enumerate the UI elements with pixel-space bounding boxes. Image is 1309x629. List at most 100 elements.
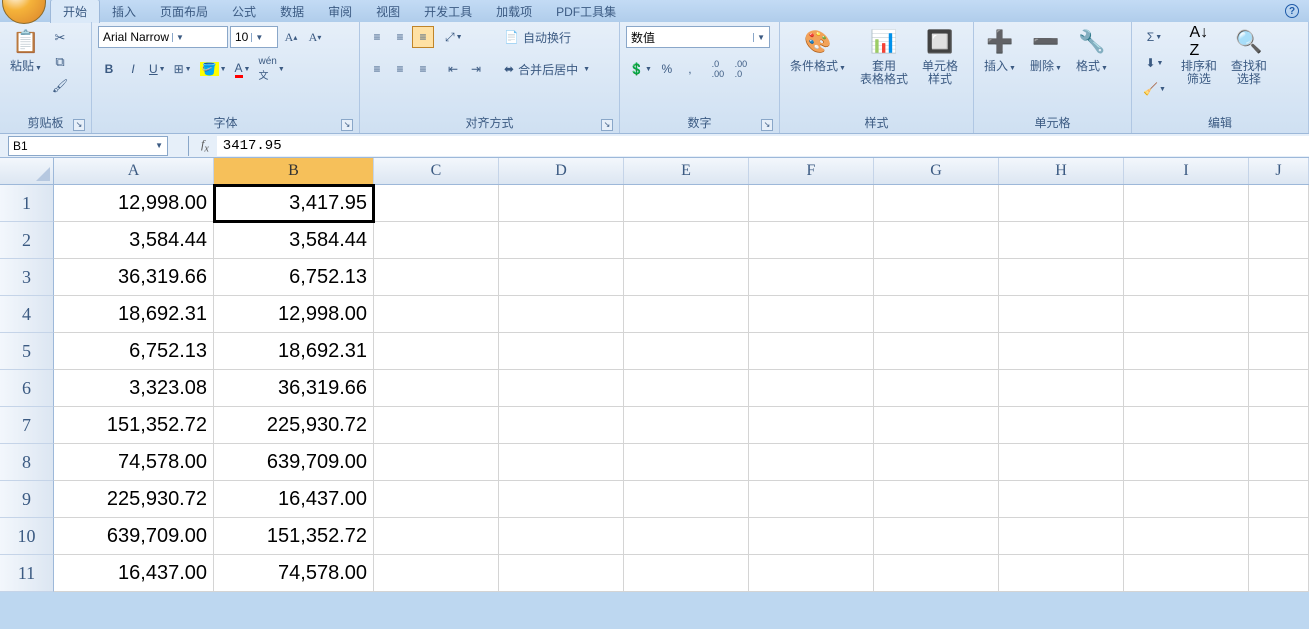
cell-C11[interactable] [374,555,499,592]
cell-A4[interactable]: 18,692.31 [54,296,214,333]
cell-D5[interactable] [499,333,624,370]
cell-B2[interactable]: 3,584.44 [214,222,374,259]
row-header-11[interactable]: 11 [0,555,54,592]
cell-G1[interactable] [874,185,999,222]
align-top-button[interactable]: ≡ [366,26,388,48]
decrease-font-button[interactable]: A▾ [304,26,326,48]
cell-G7[interactable] [874,407,999,444]
cell-D1[interactable] [499,185,624,222]
cell-D11[interactable] [499,555,624,592]
align-center-button[interactable]: ≡ [389,58,411,80]
row-header-3[interactable]: 3 [0,259,54,296]
cell-A11[interactable]: 16,437.00 [54,555,214,592]
cell-E11[interactable] [624,555,749,592]
cell-A8[interactable]: 74,578.00 [54,444,214,481]
orientation-button[interactable]: ⤢▼ [442,26,466,48]
underline-button[interactable]: U▼ [146,58,169,80]
cell-B6[interactable]: 36,319.66 [214,370,374,407]
cell-J7[interactable] [1249,407,1309,444]
cell-E1[interactable] [624,185,749,222]
clipboard-launcher[interactable]: ↘ [73,119,85,131]
align-middle-button[interactable]: ≡ [389,26,411,48]
cell-B5[interactable]: 18,692.31 [214,333,374,370]
cell-A2[interactable]: 3,584.44 [54,222,214,259]
increase-indent-button[interactable]: ⇥ [465,58,487,80]
cell-H11[interactable] [999,555,1124,592]
find-select-button[interactable]: 🔍 查找和 选择 [1225,24,1273,88]
font-size-combo[interactable]: 10▼ [230,26,278,48]
help-icon[interactable]: ? [1285,4,1299,18]
tab-layout[interactable]: 页面布局 [148,0,220,23]
cell-B3[interactable]: 6,752.13 [214,259,374,296]
cell-G8[interactable] [874,444,999,481]
column-header-J[interactable]: J [1249,158,1309,184]
cell-D6[interactable] [499,370,624,407]
cell-C2[interactable] [374,222,499,259]
row-header-5[interactable]: 5 [0,333,54,370]
cell-J9[interactable] [1249,481,1309,518]
italic-button[interactable]: I [122,58,144,80]
cell-B4[interactable]: 12,998.00 [214,296,374,333]
insert-cells-button[interactable]: ➕ 插入▼ [978,24,1022,77]
number-format-combo[interactable]: 数值▼ [626,26,770,48]
tab-view[interactable]: 视图 [364,0,412,23]
cell-G4[interactable] [874,296,999,333]
table-format-button[interactable]: 📊 套用 表格格式 [854,24,914,88]
bold-button[interactable]: B [98,58,120,80]
cell-G11[interactable] [874,555,999,592]
tab-addins[interactable]: 加载项 [484,0,544,23]
cell-F4[interactable] [749,296,874,333]
sort-filter-button[interactable]: A↓Z 排序和 筛选 [1175,24,1223,88]
cell-C4[interactable] [374,296,499,333]
decrease-indent-button[interactable]: ⇤ [442,58,464,80]
cell-J11[interactable] [1249,555,1309,592]
cell-H4[interactable] [999,296,1124,333]
row-header-9[interactable]: 9 [0,481,54,518]
cut-button[interactable]: ✂ [50,28,70,48]
cell-F2[interactable] [749,222,874,259]
cell-I10[interactable] [1124,518,1249,555]
cell-I8[interactable] [1124,444,1249,481]
cell-G2[interactable] [874,222,999,259]
cell-C9[interactable] [374,481,499,518]
column-header-I[interactable]: I [1124,158,1249,184]
fill-color-button[interactable]: 🪣▼ [197,58,230,80]
cell-H6[interactable] [999,370,1124,407]
cell-C3[interactable] [374,259,499,296]
cell-J10[interactable] [1249,518,1309,555]
comma-button[interactable]: , [679,58,701,80]
cell-I7[interactable] [1124,407,1249,444]
delete-cells-button[interactable]: ➖ 删除▼ [1024,24,1068,77]
cell-B10[interactable]: 151,352.72 [214,518,374,555]
row-header-6[interactable]: 6 [0,370,54,407]
cell-H1[interactable] [999,185,1124,222]
fill-button[interactable]: ⬇▼ [1140,52,1169,74]
font-launcher[interactable]: ↘ [341,119,353,131]
increase-font-button[interactable]: A▴ [280,26,302,48]
tab-pdf[interactable]: PDF工具集 [544,0,628,23]
row-header-8[interactable]: 8 [0,444,54,481]
column-header-D[interactable]: D [499,158,624,184]
cell-B9[interactable]: 16,437.00 [214,481,374,518]
cell-J1[interactable] [1249,185,1309,222]
conditional-format-button[interactable]: 🎨 条件格式▼ [784,24,852,77]
row-header-7[interactable]: 7 [0,407,54,444]
cell-C1[interactable] [374,185,499,222]
cell-D3[interactable] [499,259,624,296]
cell-D9[interactable] [499,481,624,518]
cell-H2[interactable] [999,222,1124,259]
formula-input[interactable]: 3417.95 [217,136,1309,156]
tab-dev[interactable]: 开发工具 [412,0,484,23]
number-launcher[interactable]: ↘ [761,119,773,131]
column-header-B[interactable]: B [214,158,374,184]
cell-A10[interactable]: 639,709.00 [54,518,214,555]
cell-B7[interactable]: 225,930.72 [214,407,374,444]
cell-C10[interactable] [374,518,499,555]
cell-D4[interactable] [499,296,624,333]
row-header-2[interactable]: 2 [0,222,54,259]
cell-H8[interactable] [999,444,1124,481]
cell-B11[interactable]: 74,578.00 [214,555,374,592]
tab-formula[interactable]: 公式 [220,0,268,23]
cell-F11[interactable] [749,555,874,592]
tab-data[interactable]: 数据 [268,0,316,23]
